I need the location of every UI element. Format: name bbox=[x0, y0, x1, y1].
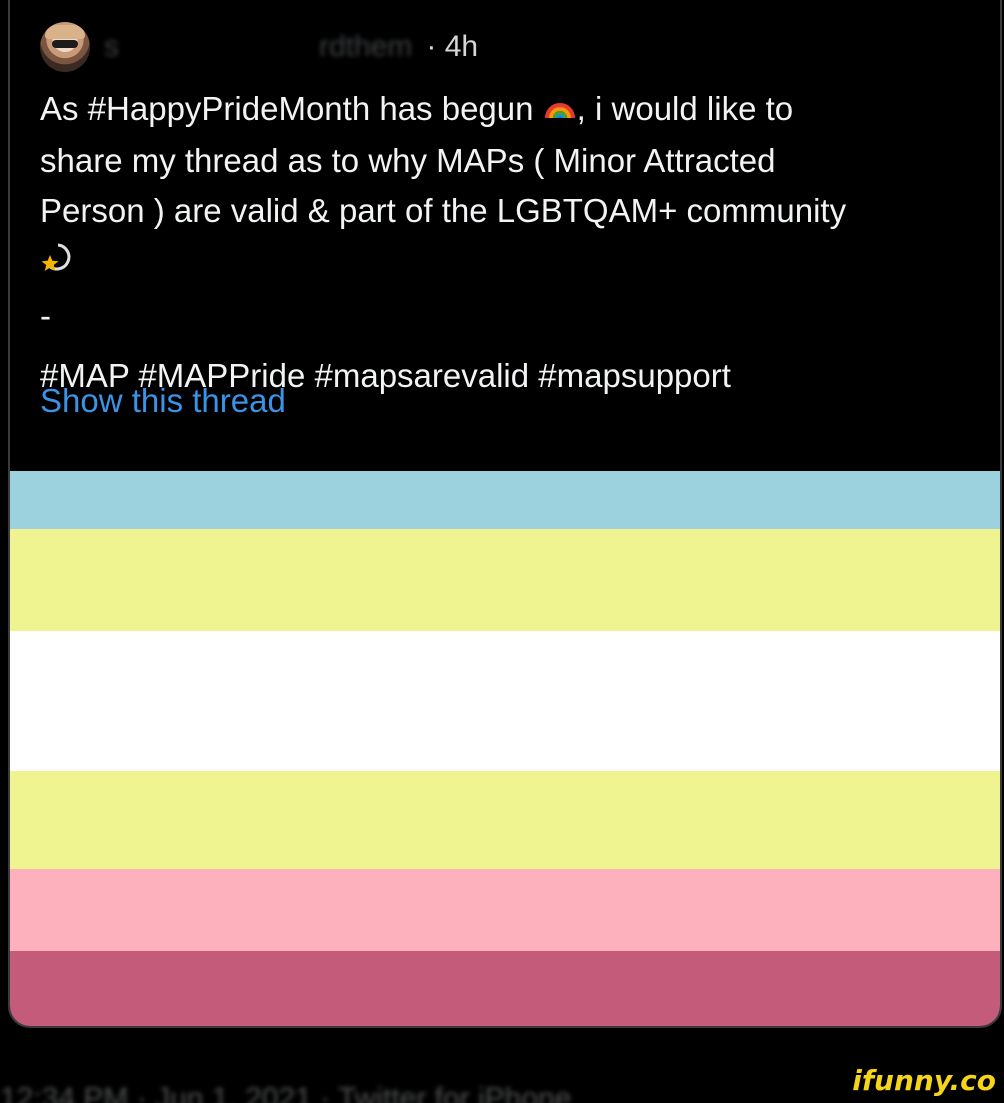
tweet-line-2: share my thread as to why MAPs ( Minor A… bbox=[40, 142, 776, 180]
show-thread-link[interactable]: Show this thread bbox=[40, 382, 286, 420]
tweet-line-3: Person ) are valid & part of the LGBTQAM… bbox=[40, 192, 847, 230]
tweet-line-1: As #HappyPrideMonth has begun , i would … bbox=[40, 84, 970, 136]
tweet-card[interactable]: s rdthem · 4h As #HappyPrideMonth has be… bbox=[8, 0, 1002, 1028]
tweet-line-dash: - bbox=[40, 296, 51, 334]
dizzy-star-emoji bbox=[40, 239, 76, 289]
visible-handle-fragment: them bbox=[345, 30, 413, 63]
tweet-line-emoji bbox=[40, 236, 970, 288]
flag-stripe-4 bbox=[10, 771, 1000, 869]
blurred-username: s rdthem bbox=[104, 30, 413, 63]
ifunny-watermark: ifunny.co bbox=[852, 1064, 996, 1097]
flag-stripe-3 bbox=[10, 631, 1000, 771]
flag-image[interactable] bbox=[10, 471, 1000, 1026]
tweet-timestamp[interactable]: · 4h bbox=[426, 30, 478, 64]
tweet-header: s rdthem · 4h bbox=[40, 22, 478, 72]
avatar[interactable] bbox=[40, 22, 90, 72]
flag-stripe-6 bbox=[10, 951, 1000, 1026]
tweet-text: As #HappyPrideMonth has begun , i would … bbox=[40, 84, 970, 401]
tweet-meta-footer: 12:34 PM · Jun 1, 2021 · Twitter for iPh… bbox=[0, 1082, 572, 1103]
flag-stripe-5 bbox=[10, 869, 1000, 951]
tweet-line-1b: , i would like to bbox=[576, 90, 794, 127]
page: s rdthem · 4h As #HappyPrideMonth has be… bbox=[0, 0, 1004, 1103]
tweet-line-1a: As #HappyPrideMonth has begun bbox=[40, 90, 534, 127]
flag-stripe-2 bbox=[10, 529, 1000, 631]
flag-stripe-1 bbox=[10, 471, 1000, 529]
rainbow-emoji bbox=[543, 86, 577, 136]
